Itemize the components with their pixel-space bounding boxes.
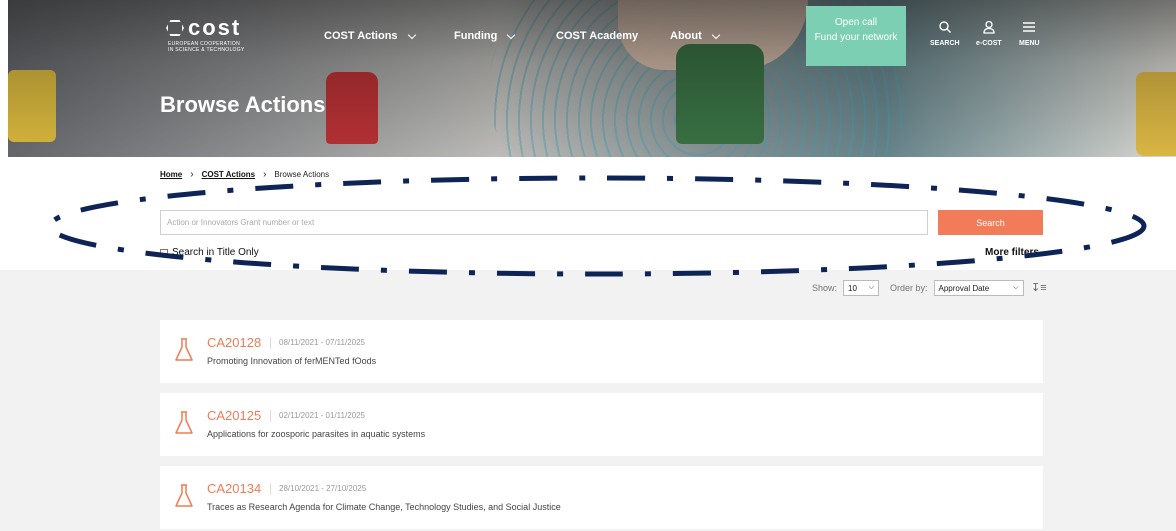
action-code[interactable]: CA20128 <box>207 335 261 350</box>
search-top-button[interactable]: SEARCH <box>930 20 960 47</box>
sort-direction-icon[interactable]: ↧≡ <box>1031 281 1047 294</box>
order-label: Order by: <box>890 283 928 293</box>
flask-icon <box>175 338 193 361</box>
nav-label: COST Actions <box>324 30 398 42</box>
action-dates: 08/11/2021 - 07/11/2025 <box>270 337 365 349</box>
chevron-down-icon <box>711 30 721 39</box>
order-control: Order by: Approval Date ⌵ <box>890 280 1024 296</box>
open-call-line1: Open call <box>834 17 878 28</box>
action-title: Applications for zoosporic parasites in … <box>207 429 426 439</box>
search-icon <box>939 21 951 33</box>
action-code[interactable]: CA20125 <box>207 408 261 423</box>
nav-about[interactable]: About <box>670 30 721 42</box>
search-top-label: SEARCH <box>930 40 960 47</box>
chevron-down-icon: ⌵ <box>868 284 875 291</box>
chevron-down-icon <box>407 30 416 39</box>
action-dates: 02/11/2021 - 01/11/2025 <box>270 410 365 422</box>
search-highlight-annotation <box>47 175 1147 277</box>
show-select-value: 10 <box>848 283 857 293</box>
open-call-line2: Fund your network <box>814 32 898 43</box>
action-card[interactable]: CA20128 08/11/2021 - 07/11/2025 Promotin… <box>160 320 1043 383</box>
nav-label: About <box>670 30 702 42</box>
action-card[interactable]: CA20134 28/10/2021 - 27/10/2025 Traces a… <box>160 466 1043 529</box>
action-title: Traces as Research Agenda for Climate Ch… <box>207 502 561 512</box>
open-call-button[interactable]: Open call Fund your network <box>806 6 906 66</box>
hexagon-icon <box>166 20 184 36</box>
order-select-value: Approval Date <box>938 283 990 293</box>
menu-icon <box>1023 22 1036 32</box>
nav-cost-academy[interactable]: COST Academy <box>556 30 638 42</box>
nav-label: COST Academy <box>556 30 639 42</box>
order-select[interactable]: Approval Date ⌵ <box>933 280 1024 296</box>
flask-icon <box>175 484 193 507</box>
show-select[interactable]: 10 ⌵ <box>843 280 880 296</box>
logo-subtitle-2: IN SCIENCE & TECHNOLOGY <box>168 47 245 53</box>
nav-funding[interactable]: Funding <box>454 30 516 42</box>
logo-wordmark: cost <box>188 15 242 40</box>
menu-label: MENU <box>1019 40 1040 47</box>
cost-logo[interactable]: cost EUROPEAN COOPERATION IN SCIENCE & T… <box>166 15 245 53</box>
nav-cost-actions[interactable]: COST Actions <box>324 30 416 42</box>
nav-label: Funding <box>454 30 498 42</box>
action-title: Promoting Innovation of ferMENTed fOods <box>207 356 377 366</box>
ecost-button[interactable]: e-COST <box>976 20 1002 47</box>
action-dates: 28/10/2021 - 27/10/2025 <box>270 483 366 495</box>
ecost-label: e-COST <box>976 40 1002 47</box>
menu-button[interactable]: MENU <box>1019 20 1040 47</box>
action-card[interactable]: CA20125 02/11/2021 - 01/11/2025 Applicat… <box>160 393 1043 456</box>
chevron-down-icon <box>507 30 516 39</box>
chevron-down-icon: ⌵ <box>1013 284 1019 291</box>
show-control: Show: 10 ⌵ <box>812 280 880 296</box>
user-icon <box>983 20 995 34</box>
flask-icon <box>175 411 193 434</box>
show-label: Show: <box>812 283 838 293</box>
page-title: Browse Actions <box>160 92 326 117</box>
action-code[interactable]: CA20134 <box>207 481 261 496</box>
